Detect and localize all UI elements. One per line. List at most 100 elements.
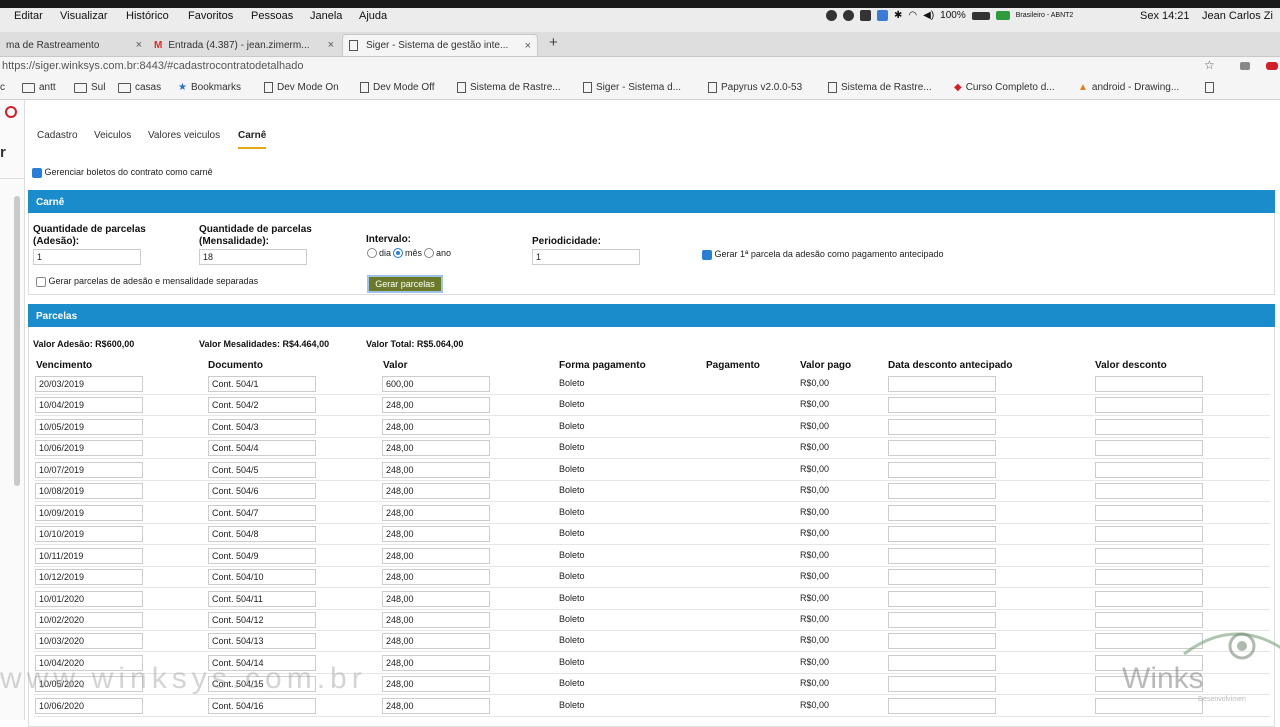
valor-input[interactable]: 248,00: [382, 697, 490, 714]
data-desconto-input[interactable]: [888, 440, 996, 457]
valor-input[interactable]: 248,00: [382, 440, 490, 457]
valor-input[interactable]: 248,00: [382, 611, 490, 628]
documento-input[interactable]: Cont. 504/16: [208, 697, 316, 714]
valor-desconto-input[interactable]: [1095, 569, 1203, 586]
bookmark-siger[interactable]: Siger - Sistema d...: [583, 82, 681, 93]
vencimento-input[interactable]: 10/07/2019: [35, 461, 143, 478]
vencimento-input[interactable]: 10/12/2019: [35, 569, 143, 586]
data-desconto-input[interactable]: [888, 397, 996, 414]
star-icon[interactable]: ☆: [1204, 58, 1215, 72]
tab-cadastro[interactable]: Cadastro: [37, 130, 78, 141]
valor-input[interactable]: 248,00: [382, 654, 490, 671]
volume-icon[interactable]: ◀): [923, 10, 934, 21]
documento-input[interactable]: Cont. 504/7: [208, 504, 316, 521]
valor-desconto-input[interactable]: [1095, 483, 1203, 500]
tab-valores-veiculos[interactable]: Valores veiculos: [148, 130, 220, 141]
vencimento-input[interactable]: 10/03/2020: [35, 633, 143, 650]
documento-input[interactable]: Cont. 504/8: [208, 526, 316, 543]
valor-input[interactable]: 248,00: [382, 418, 490, 435]
documento-input[interactable]: Cont. 504/13: [208, 633, 316, 650]
radio-dia[interactable]: [367, 248, 377, 258]
close-icon[interactable]: ×: [525, 40, 531, 52]
data-desconto-input[interactable]: [888, 676, 996, 693]
vencimento-input[interactable]: 10/05/2019: [35, 418, 143, 435]
logout-icon[interactable]: [5, 106, 17, 118]
valor-desconto-input[interactable]: [1095, 590, 1203, 607]
periodicidade-input[interactable]: 1: [532, 249, 640, 265]
tab-veiculos[interactable]: Veiculos: [94, 130, 131, 141]
data-desconto-input[interactable]: [888, 418, 996, 435]
extension-red-icon[interactable]: [1266, 62, 1278, 70]
menu-pessoas[interactable]: Pessoas: [251, 10, 293, 22]
menu-visualizar[interactable]: Visualizar: [60, 10, 108, 22]
data-desconto-input[interactable]: [888, 697, 996, 714]
data-desconto-input[interactable]: [888, 547, 996, 564]
close-icon[interactable]: ×: [136, 39, 142, 51]
bookmark-android[interactable]: ▲ android - Drawing...: [1078, 82, 1179, 93]
valor-desconto-input[interactable]: [1095, 376, 1203, 392]
valor-input[interactable]: 600,00: [382, 376, 490, 392]
sidebar-scrollbar[interactable]: [14, 196, 20, 486]
data-desconto-input[interactable]: [888, 569, 996, 586]
bookmark-rastre-2[interactable]: Sistema de Rastre...: [828, 82, 932, 93]
keyboard-layout[interactable]: Brasileiro - ABNT2: [1016, 12, 1074, 19]
data-desconto-input[interactable]: [888, 526, 996, 543]
documento-input[interactable]: Cont. 504/5: [208, 461, 316, 478]
data-desconto-input[interactable]: [888, 654, 996, 671]
vencimento-input[interactable]: 10/06/2019: [35, 440, 143, 457]
close-icon[interactable]: ×: [328, 39, 334, 51]
data-desconto-input[interactable]: [888, 633, 996, 650]
menu-historico[interactable]: Histórico: [126, 10, 169, 22]
gerar-parcelas-button[interactable]: Gerar parcelas: [367, 275, 443, 293]
bookmark-antt[interactable]: antt: [22, 82, 56, 93]
valor-input[interactable]: 248,00: [382, 504, 490, 521]
dropbox-icon[interactable]: [877, 10, 888, 21]
bluetooth-icon[interactable]: ✱: [894, 10, 902, 21]
qtd-adesao-input[interactable]: 1: [33, 249, 141, 265]
valor-desconto-input[interactable]: [1095, 526, 1203, 543]
menu-editar[interactable]: Editar: [14, 10, 43, 22]
valor-desconto-input[interactable]: [1095, 397, 1203, 414]
vencimento-input[interactable]: 10/04/2019: [35, 397, 143, 414]
data-desconto-input[interactable]: [888, 483, 996, 500]
wifi-icon[interactable]: ◠: [908, 10, 917, 21]
vencimento-input[interactable]: 10/01/2020: [35, 590, 143, 607]
valor-input[interactable]: 248,00: [382, 397, 490, 414]
adobe-icon[interactable]: [860, 10, 871, 21]
valor-desconto-input[interactable]: [1095, 440, 1203, 457]
data-desconto-input[interactable]: [888, 590, 996, 607]
separate-parcels-checkbox[interactable]: [36, 276, 46, 287]
radio-ano[interactable]: [424, 248, 435, 258]
manage-carne-checkbox[interactable]: [32, 167, 42, 178]
valor-desconto-input[interactable]: [1095, 461, 1203, 478]
vencimento-input[interactable]: 10/11/2019: [35, 547, 143, 564]
tab-carne[interactable]: Carnê: [238, 130, 267, 149]
vencimento-input[interactable]: 10/10/2019: [35, 526, 143, 543]
qtd-mens-input[interactable]: 18: [199, 249, 307, 265]
extension-icon[interactable]: [1240, 62, 1250, 70]
url-field[interactable]: https://siger.winksys.com.br:8443/#cadas…: [2, 60, 303, 72]
vencimento-input[interactable]: 20/03/2019: [35, 376, 143, 392]
bookmark-more[interactable]: [1205, 82, 1214, 93]
documento-input[interactable]: Cont. 504/9: [208, 547, 316, 564]
valor-desconto-input[interactable]: [1095, 547, 1203, 564]
tab-siger[interactable]: Siger - Sistema de gestão inte... ×: [342, 34, 538, 56]
valor-desconto-input[interactable]: [1095, 504, 1203, 521]
valor-input[interactable]: 248,00: [382, 590, 490, 607]
valor-input[interactable]: 248,00: [382, 547, 490, 564]
clock[interactable]: Sex 14:21: [1140, 10, 1190, 22]
data-desconto-input[interactable]: [888, 611, 996, 628]
data-desconto-input[interactable]: [888, 504, 996, 521]
valor-input[interactable]: 248,00: [382, 633, 490, 650]
menu-ajuda[interactable]: Ajuda: [359, 10, 387, 22]
documento-input[interactable]: Cont. 504/4: [208, 440, 316, 457]
valor-input[interactable]: 248,00: [382, 483, 490, 500]
bookmark-rastre-1[interactable]: Sistema de Rastre...: [457, 82, 561, 93]
valor-input[interactable]: 248,00: [382, 526, 490, 543]
tab-rastreamento[interactable]: ma de Rastreamento ×: [0, 34, 148, 56]
menu-favoritos[interactable]: Favoritos: [188, 10, 233, 22]
vencimento-input[interactable]: 10/08/2019: [35, 483, 143, 500]
skype-icon[interactable]: [843, 10, 854, 21]
valor-input[interactable]: 248,00: [382, 461, 490, 478]
documento-input[interactable]: Cont. 504/1: [208, 376, 316, 392]
